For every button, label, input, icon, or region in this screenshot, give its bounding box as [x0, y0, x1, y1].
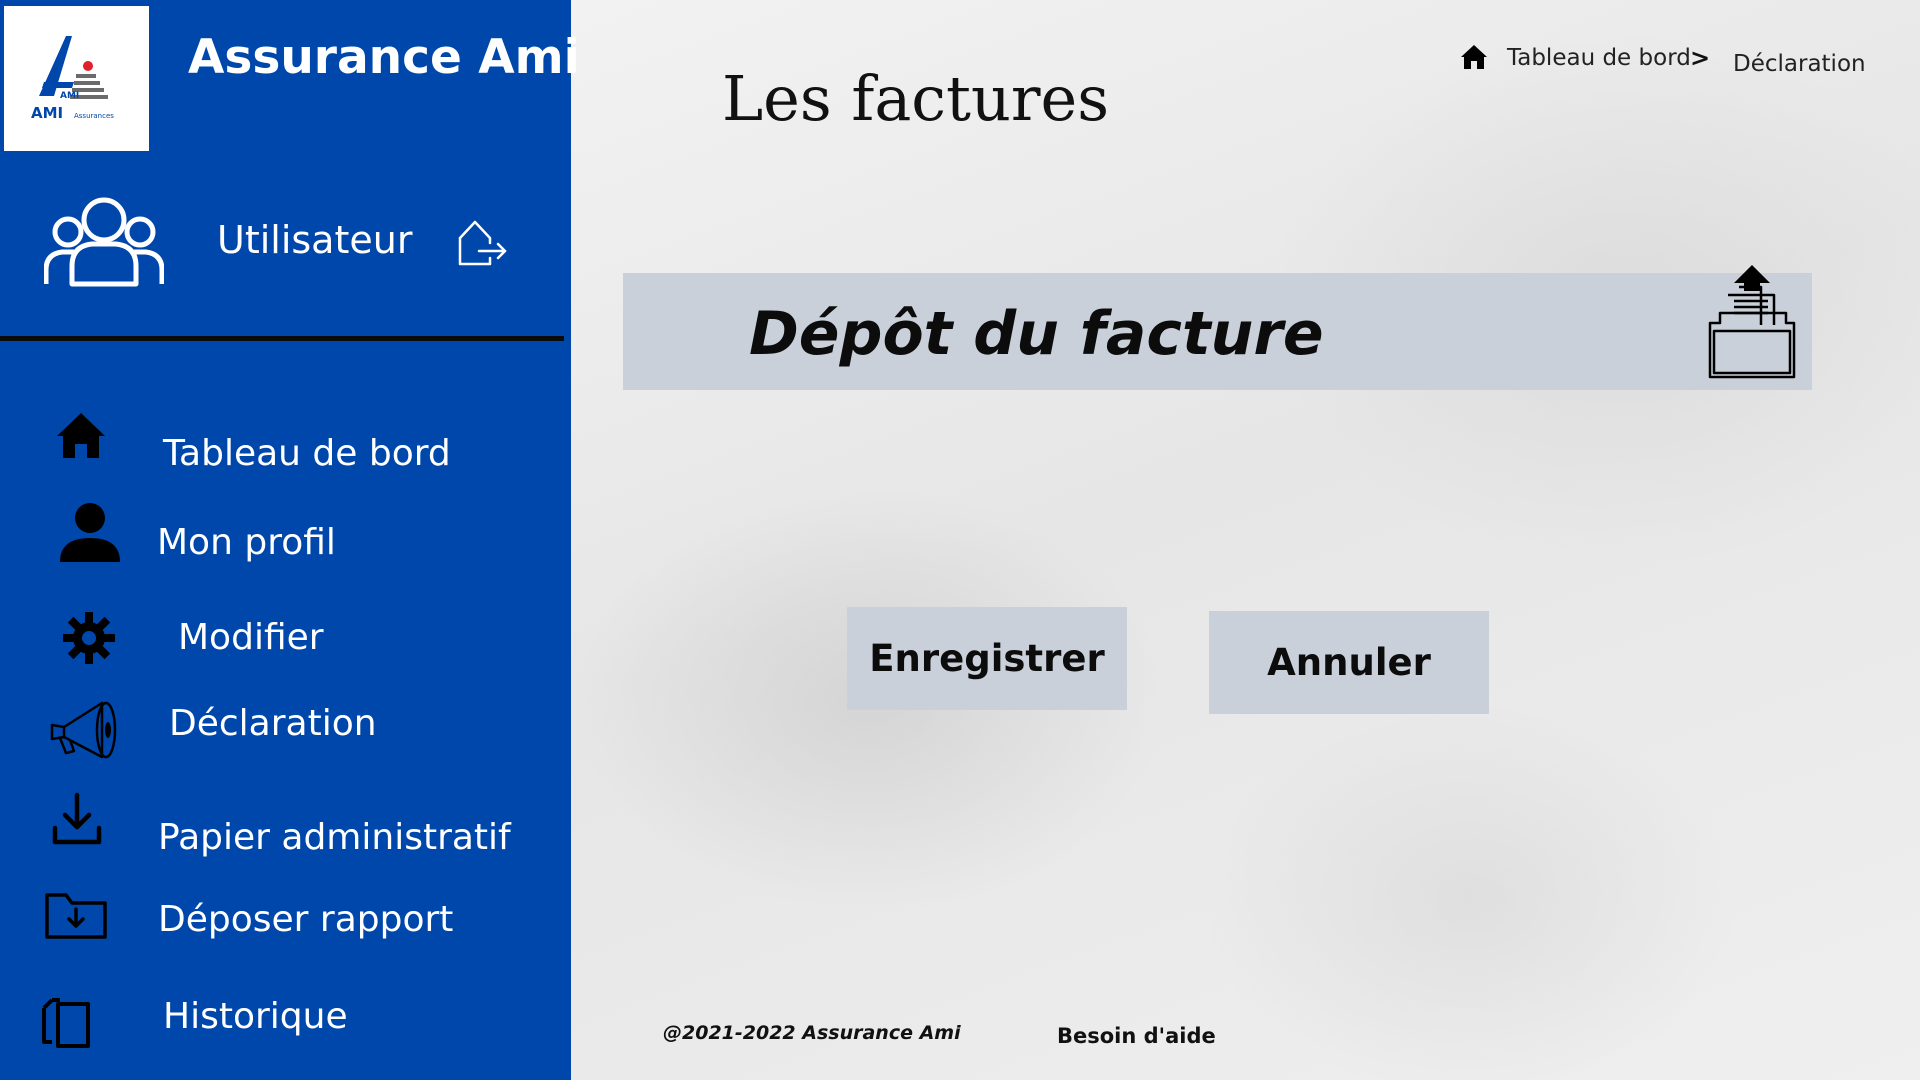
sidebar-item-tableau-de-bord[interactable]: Tableau de bord [0, 405, 571, 485]
sidebar-item-label: Déclaration [169, 703, 377, 744]
user-icon [60, 503, 120, 562]
svg-text:Assurances: Assurances [74, 112, 114, 120]
sidebar: AMI AMI Assurances Assurance Ami Utilisa… [0, 0, 580, 1080]
sidebar-divider [0, 336, 564, 341]
download-icon [52, 792, 102, 845]
folder-download-icon [45, 893, 107, 939]
cancel-button[interactable]: Annuler [1209, 611, 1489, 714]
sidebar-item-label: Historique [163, 996, 348, 1037]
megaphone-icon [50, 701, 117, 759]
sidebar-item-label: Mon profil [157, 522, 336, 563]
save-button[interactable]: Enregistrer [847, 607, 1127, 710]
svg-text:AMI: AMI [31, 104, 63, 122]
sidebar-item-declaration[interactable]: Déclaration [0, 693, 571, 773]
sidebar-item-deposer-rapport[interactable]: Déposer rapport [0, 885, 571, 965]
home-icon[interactable] [1460, 44, 1488, 70]
main-background [571, 0, 1920, 1080]
footer-copyright: @2021-2022 Assurance Ami [663, 1022, 961, 1044]
breadcrumb-separator: > [1690, 44, 1711, 72]
sidebar-item-label: Tableau de bord [163, 433, 451, 474]
logo-ami-small: AMI [60, 91, 79, 101]
users-icon [44, 197, 164, 287]
help-link[interactable]: Besoin d'aide [1057, 1024, 1216, 1048]
history-icon [42, 998, 90, 1048]
sidebar-item-mon-profil[interactable]: Mon profil [0, 495, 571, 575]
sidebar-item-papier-administratif[interactable]: Papier administratif [0, 790, 571, 870]
folder-upload-icon [1708, 265, 1796, 379]
sidebar-item-label: Déposer rapport [158, 899, 454, 940]
banner-title: Dépôt du facture [749, 299, 1324, 369]
logo-icon: AMI AMI Assurances [31, 36, 114, 122]
sidebar-item-historique[interactable]: Historique [0, 990, 571, 1070]
gear-icon [63, 612, 115, 664]
home-icon [57, 413, 105, 458]
breadcrumb-home-link[interactable]: Tableau de bord [1507, 45, 1691, 71]
page-title: Les factures [722, 62, 1110, 135]
logout-icon[interactable] [457, 218, 509, 266]
sidebar-item-modifier[interactable]: Modifier [0, 610, 571, 690]
upload-banner: Dépôt du facture [623, 265, 1812, 390]
sidebar-item-label: Papier administratif [158, 817, 511, 858]
company-logo[interactable]: AMI AMI Assurances [4, 6, 149, 151]
breadcrumb-current: Déclaration [1733, 51, 1866, 77]
user-label: Utilisateur [217, 218, 413, 262]
sidebar-item-label: Modifier [178, 617, 324, 658]
brand-name: Assurance Ami [188, 30, 580, 85]
